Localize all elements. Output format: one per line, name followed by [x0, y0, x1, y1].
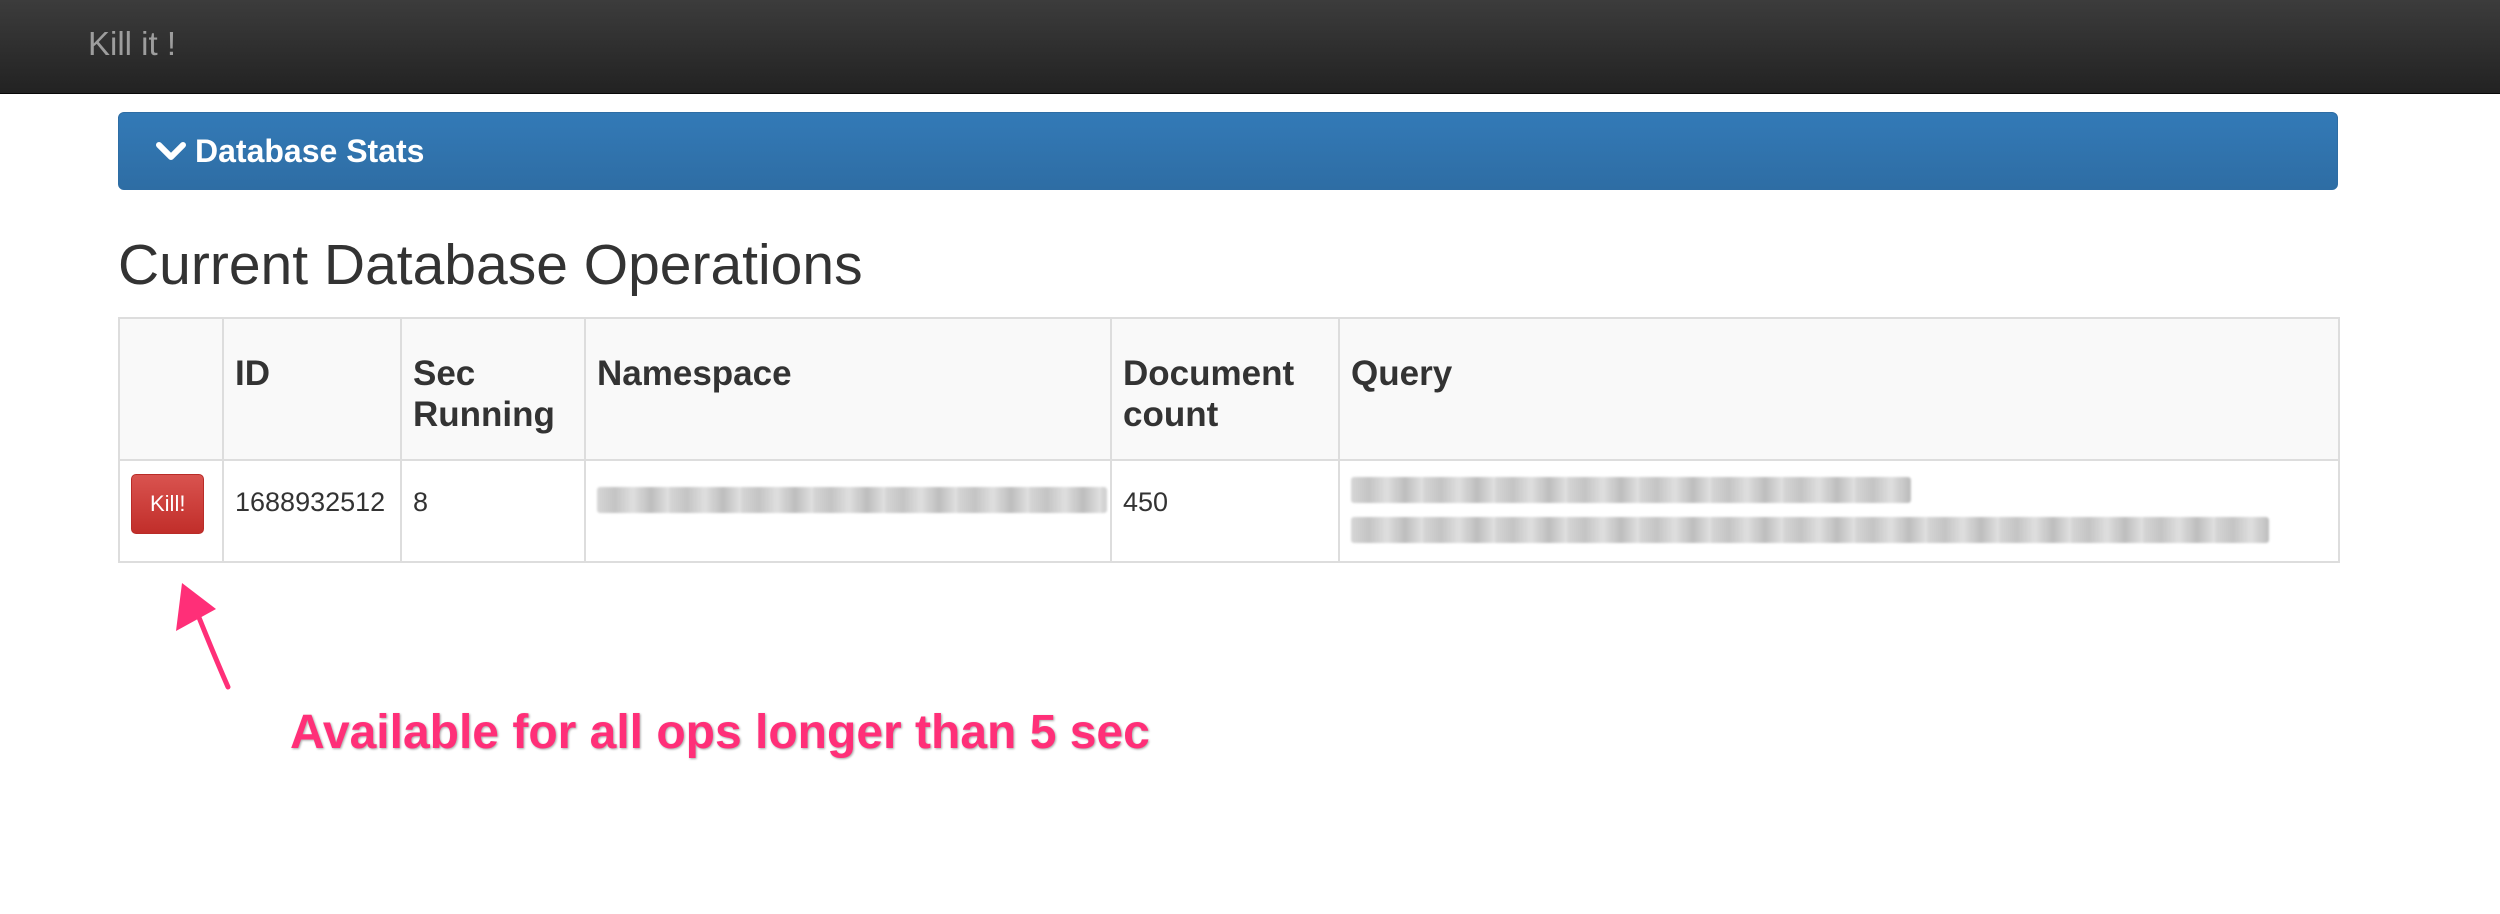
annotation-callout: Available for all ops longer than 5 sec: [290, 706, 1150, 759]
page-title: Current Database Operations: [118, 233, 863, 297]
database-stats-title: Database Stats: [195, 132, 425, 169]
database-stats-panel-toggle[interactable]: Database Stats: [118, 112, 2338, 190]
operation-id: 1688932512: [222, 459, 402, 563]
brand-link[interactable]: Kill it !: [88, 24, 176, 64]
sec-running-value: 8: [400, 459, 586, 563]
column-header-id: ID: [222, 317, 402, 461]
annotation-arrow-icon: [176, 583, 231, 690]
top-navbar: Kill it !: [0, 0, 2500, 94]
query-cell: [1338, 459, 2340, 563]
namespace-cell: [584, 459, 1112, 563]
query-redacted-line-2: [1351, 517, 2269, 543]
column-header-action: [118, 317, 224, 461]
namespace-redacted: [597, 487, 1107, 513]
column-header-document-count: Document count: [1110, 317, 1340, 461]
document-count-value: 450: [1110, 459, 1340, 563]
column-header-query: Query: [1338, 317, 2340, 461]
table-header-row: ID Sec Running Namespace Document count …: [118, 317, 2340, 461]
column-header-namespace: Namespace: [584, 317, 1112, 461]
chevron-down-icon: [156, 142, 186, 160]
query-redacted-line-1: [1351, 477, 1911, 503]
table-row: Kill! 1688932512 8 450: [118, 459, 2340, 563]
operations-table: ID Sec Running Namespace Document count …: [118, 317, 2340, 563]
action-cell: Kill!: [118, 459, 224, 563]
column-header-sec-running: Sec Running: [400, 317, 586, 461]
kill-button[interactable]: Kill!: [131, 474, 205, 534]
